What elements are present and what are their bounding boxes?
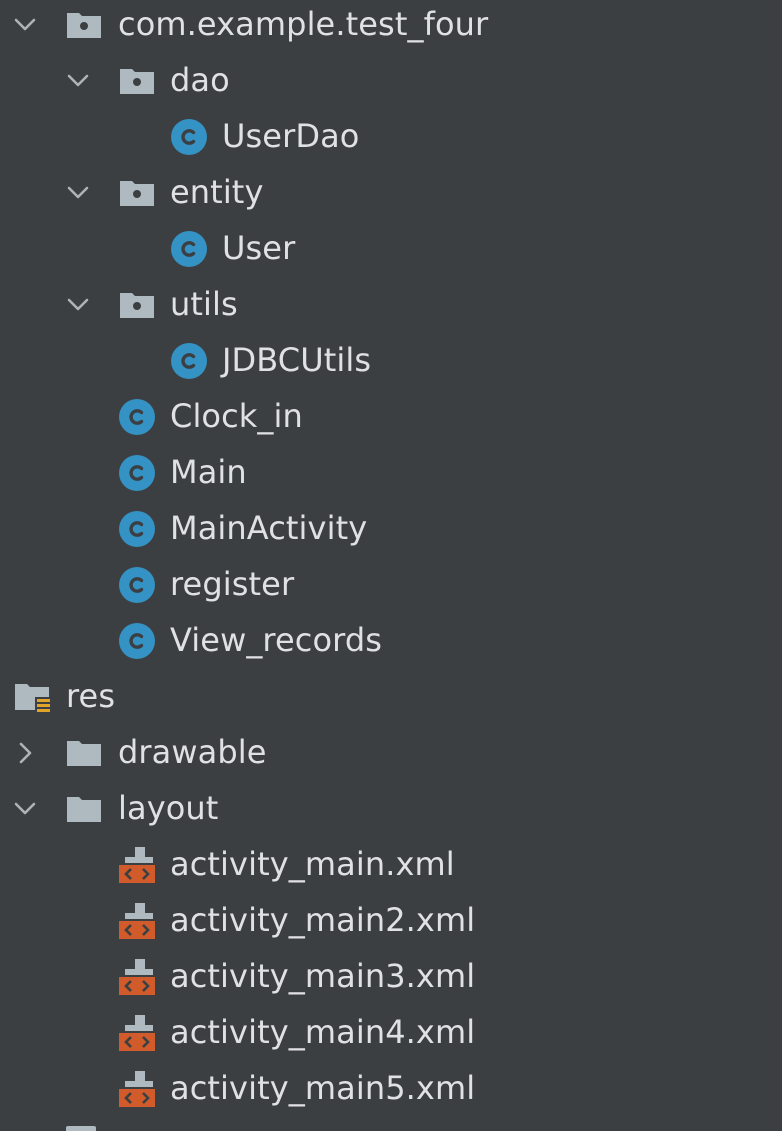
tree-node-label: activity_main2.xml [170, 901, 476, 939]
tree-node-jdbcutils[interactable]: JDBCUtils [0, 333, 782, 389]
chevron-down-icon[interactable] [10, 10, 40, 40]
tree-node-view-records[interactable]: View_records [0, 613, 782, 669]
tree-node-label: dao [170, 61, 230, 99]
package-folder-icon [120, 69, 154, 94]
tree-node-label: activity_main4.xml [170, 1013, 476, 1051]
chevron-down-icon[interactable] [63, 290, 93, 320]
folder-icon [67, 741, 101, 766]
tree-node-register[interactable]: register [0, 557, 782, 613]
tree-node-label: Clock_in [170, 397, 303, 435]
tree-node-label: entity [170, 173, 264, 211]
tree-node-activity-main5-xml[interactable]: activity_main5.xml [0, 1061, 782, 1117]
tree-node-userdao[interactable]: UserDao [0, 109, 782, 165]
tree-node-activity-main3-xml[interactable]: activity_main3.xml [0, 949, 782, 1005]
tree-node-label: register [170, 565, 295, 603]
tree-node-activity-main4-xml[interactable]: activity_main4.xml [0, 1005, 782, 1061]
chevron-down-icon[interactable] [63, 66, 93, 96]
tree-node-drawable[interactable]: drawable [0, 725, 782, 781]
tree-node-label: drawable [118, 733, 267, 771]
tree-node-mainactivity[interactable]: MainActivity [0, 501, 782, 557]
layout-xml-icon [119, 959, 155, 995]
tree-node-label: Main [170, 453, 247, 491]
chevron-right-icon[interactable] [10, 738, 40, 768]
tree-node-clock-in[interactable]: Clock_in [0, 389, 782, 445]
tree-node-entity[interactable]: entity [0, 165, 782, 221]
layout-xml-icon [119, 1071, 155, 1107]
tree-node-activity-main2-xml[interactable]: activity_main2.xml [0, 893, 782, 949]
tree-node-utils[interactable]: utils [0, 277, 782, 333]
chevron-down-icon[interactable] [63, 178, 93, 208]
java-class-icon [171, 231, 207, 267]
java-class-icon [119, 399, 155, 435]
tree-node-label: UserDao [222, 117, 360, 155]
layout-xml-icon [119, 847, 155, 883]
tree-node-layout[interactable]: layout [0, 781, 782, 837]
java-class-icon [171, 343, 207, 379]
tree-node-dao[interactable]: dao [0, 53, 782, 109]
tree-node-user[interactable]: User [0, 221, 782, 277]
tree-node-label: User [222, 229, 296, 267]
tree-node-label: activity_main.xml [170, 845, 455, 883]
tree-node-label: activity_main3.xml [170, 957, 476, 995]
tree-node-label: layout [118, 789, 219, 827]
java-class-icon [119, 455, 155, 491]
tree-node-label: res [66, 677, 116, 715]
tree-node-label: utils [170, 285, 238, 323]
tree-node-label: MainActivity [170, 509, 368, 547]
tree-node-label: JDBCUtils [222, 341, 372, 379]
tree-node-com-example-test-four[interactable]: com.example.test_four [0, 0, 782, 53]
tree-node-label: View_records [170, 621, 383, 659]
partial-next-row-icon [66, 1126, 96, 1131]
package-folder-icon [67, 13, 101, 38]
java-class-icon [119, 623, 155, 659]
package-folder-icon [120, 293, 154, 318]
folder-icon [67, 797, 101, 822]
tree-node-label: activity_main5.xml [170, 1069, 476, 1107]
layout-xml-icon [119, 903, 155, 939]
tree-node-main[interactable]: Main [0, 445, 782, 501]
tree-node-activity-main-xml[interactable]: activity_main.xml [0, 837, 782, 893]
java-class-icon [119, 511, 155, 547]
java-class-icon [119, 567, 155, 603]
project-tree: com.example.test_four dao UserDao entity [0, 0, 782, 1131]
tree-node-label: com.example.test_four [118, 5, 489, 43]
tree-node-res[interactable]: res [0, 669, 782, 725]
resource-folder-icon [15, 684, 51, 715]
java-class-icon [171, 119, 207, 155]
chevron-down-icon[interactable] [10, 794, 40, 824]
package-folder-icon [120, 181, 154, 206]
layout-xml-icon [119, 1015, 155, 1051]
